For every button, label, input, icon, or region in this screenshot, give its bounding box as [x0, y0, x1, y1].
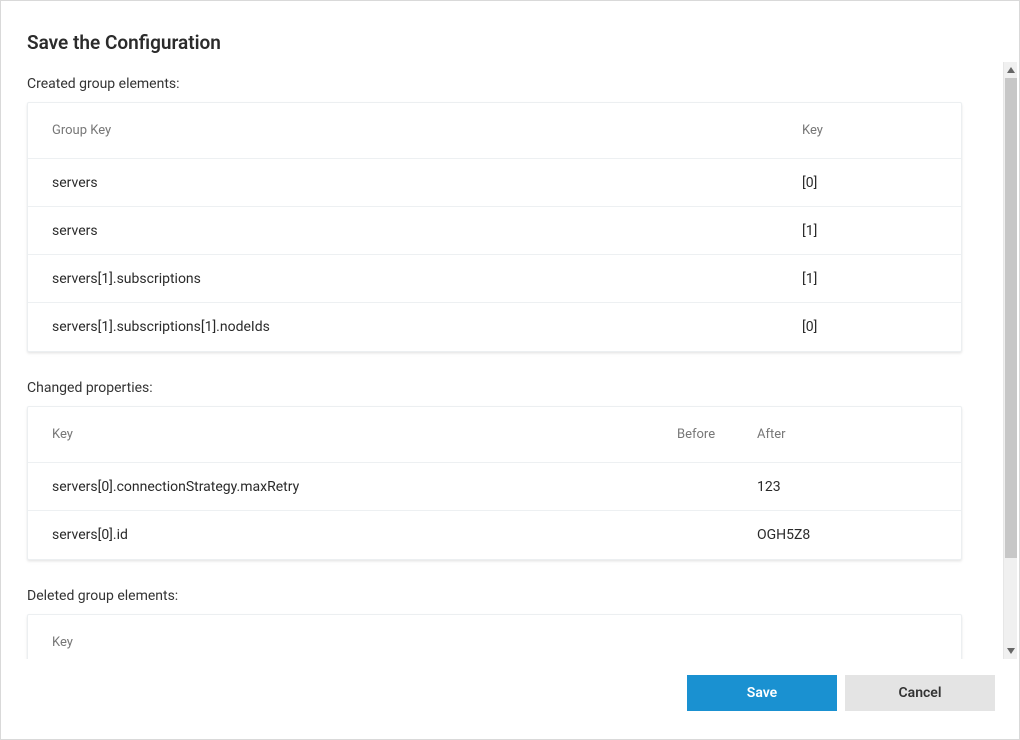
changed-table: Key Before After servers[0].connectionSt… [27, 406, 962, 560]
scroll-down-arrow-icon[interactable] [1004, 643, 1018, 659]
cell-key: servers[0].connectionStrategy.maxRetry [52, 479, 677, 495]
column-header-key: Key [802, 123, 937, 138]
cancel-button[interactable]: Cancel [845, 675, 995, 711]
scroll-content: Created group elements: Group Key Key se… [1, 62, 988, 659]
scroll-region: Created group elements: Group Key Key se… [1, 62, 1019, 659]
table-row: servers[1].subscriptions [1] [28, 255, 961, 303]
table-row: servers [0] [28, 159, 961, 207]
cell-key: [0] [802, 319, 937, 335]
column-header-before: Before [677, 427, 757, 442]
cell-key: [0] [802, 175, 937, 191]
column-header-key: Key [52, 427, 677, 442]
column-header-group-key: Group Key [52, 123, 802, 138]
cell-key: servers[0].id [52, 527, 677, 543]
deleted-section-label: Deleted group elements: [27, 588, 962, 604]
save-button[interactable]: Save [687, 675, 837, 711]
scroll-up-arrow-icon[interactable] [1004, 62, 1018, 78]
deleted-table-header: Key [28, 615, 961, 659]
created-section-label: Created group elements: [27, 76, 962, 92]
table-row: servers[1].subscriptions[1].nodeIds [0] [28, 303, 961, 351]
table-row: servers[0].connectionStrategy.maxRetry 1… [28, 463, 961, 511]
created-table: Group Key Key servers [0] servers [1] se… [27, 102, 962, 352]
cell-group-key: servers[1].subscriptions[1].nodeIds [52, 319, 802, 335]
button-bar: Save Cancel [1, 659, 1019, 727]
dialog-title: Save the Configuration [27, 31, 993, 54]
cell-after: OGH5Z8 [757, 527, 937, 543]
cell-after: 123 [757, 479, 937, 495]
cell-group-key: servers [52, 223, 802, 239]
table-row: servers [1] [28, 207, 961, 255]
created-table-header: Group Key Key [28, 103, 961, 159]
dialog-header: Save the Configuration [1, 1, 1019, 62]
cell-group-key: servers[1].subscriptions [52, 271, 802, 287]
cell-group-key: servers [52, 175, 802, 191]
changed-section-label: Changed properties: [27, 380, 962, 396]
table-row: servers[0].id OGH5Z8 [28, 511, 961, 559]
changed-table-header: Key Before After [28, 407, 961, 463]
cell-key: [1] [802, 271, 937, 287]
deleted-table: Key [27, 614, 962, 659]
scrollbar[interactable] [1003, 62, 1017, 659]
cell-key: [1] [802, 223, 937, 239]
scrollbar-thumb[interactable] [1005, 78, 1017, 558]
column-header-key: Key [52, 635, 937, 650]
column-header-after: After [757, 427, 937, 442]
